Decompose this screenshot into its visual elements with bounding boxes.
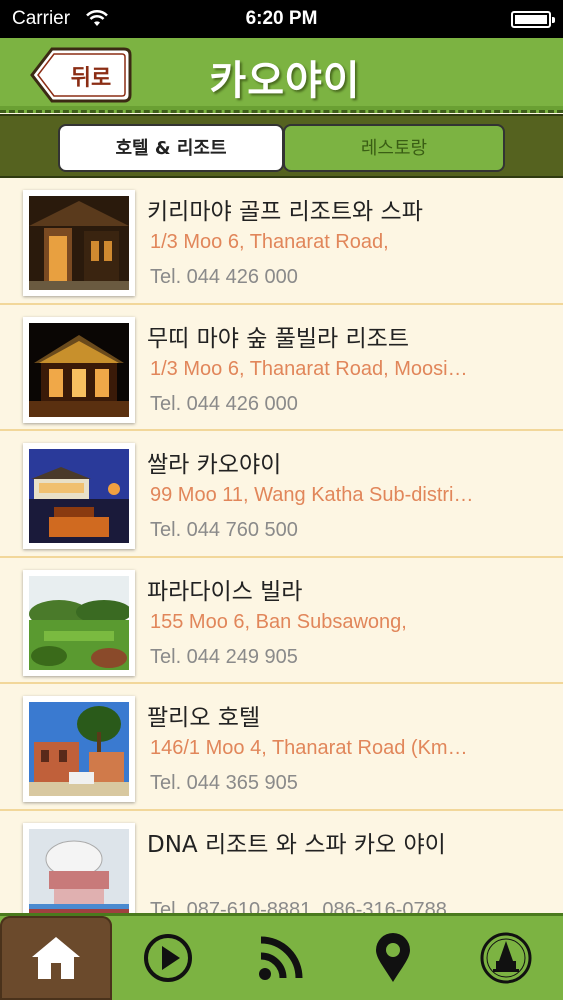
- item-phone[interactable]: Tel. 044 365 905: [150, 772, 298, 795]
- list-item[interactable]: 쌀라 카오야이 99 Moo 11, Wang Katha Sub-distri…: [0, 431, 563, 558]
- back-label: 뒤로: [70, 66, 112, 91]
- item-phone[interactable]: Tel. 044 760 500: [150, 519, 298, 542]
- rss-icon: [259, 936, 303, 980]
- item-phone[interactable]: Tel. 044 426 000: [150, 393, 298, 416]
- thumbnail-image: [23, 822, 135, 913]
- clock: 6:20 PM: [245, 8, 318, 29]
- hotel-list[interactable]: 키리마야 골프 리조트와 스파 1/3 Moo 6, Thanarat Road…: [0, 178, 563, 913]
- tab-tourism-logo[interactable]: [450, 916, 562, 1000]
- item-address: 146/1 Moo 4, Thanarat Road (Km…: [150, 737, 468, 759]
- item-phone[interactable]: Tel. 044 249 905: [150, 646, 298, 669]
- home-icon: [32, 937, 80, 979]
- tourism-logo-icon: [480, 932, 532, 984]
- item-address: 155 Moo 6, Ban Subsawong,: [150, 610, 407, 633]
- item-name: 팔리오 호텔: [147, 705, 261, 731]
- list-item[interactable]: 팔리오 호텔 146/1 Moo 4, Thanarat Road (Km… T…: [0, 684, 563, 811]
- item-phone[interactable]: Tel. 044 426 000: [150, 266, 298, 289]
- thumbnail-image: [23, 696, 135, 802]
- thumbnail-image: [23, 569, 135, 676]
- item-address: 99 Moo 11, Wang Katha Sub-distri…: [150, 484, 474, 506]
- item-name: 키리마야 골프 리조트와 스파: [147, 199, 423, 225]
- thumbnail-image: [23, 190, 135, 296]
- list-item[interactable]: 파라다이스 빌라 155 Moo 6, Ban Subsawong, Tel. …: [0, 557, 563, 684]
- thumbnail-image: [23, 316, 135, 423]
- tab-restaurants[interactable]: 레스토랑: [283, 124, 505, 172]
- back-button[interactable]: 뒤로: [30, 47, 132, 103]
- battery-icon: [511, 11, 555, 28]
- tab-hotels-resorts[interactable]: 호텔 & 리조트: [58, 124, 284, 172]
- tab-play[interactable]: [112, 916, 224, 1000]
- list-item[interactable]: 무띠 마야 숲 풀빌라 리조트 1/3 Moo 6, Thanarat Road…: [0, 304, 563, 431]
- status-bar: Carrier 6:20 PM: [0, 0, 563, 38]
- segment-bar: 호텔 & 리조트 레스토랑: [0, 114, 563, 178]
- item-name: DNA 리조트 와 스파 카오 야이: [147, 831, 446, 858]
- thumbnail-image: [23, 443, 135, 549]
- page-title: 카오야이: [209, 58, 361, 104]
- tab-home[interactable]: [0, 916, 112, 1000]
- tab-rss[interactable]: [225, 916, 337, 1000]
- item-phone[interactable]: Tel. 087-610-8881, 086-316-0788: [150, 899, 447, 914]
- play-icon: [144, 934, 192, 982]
- location-pin-icon: [376, 933, 410, 982]
- tab-bar: [0, 913, 563, 1000]
- list-item[interactable]: 키리마야 골프 리조트와 스파 1/3 Moo 6, Thanarat Road…: [0, 178, 563, 305]
- item-name: 쌀라 카오야이: [147, 452, 282, 478]
- tab-map[interactable]: [337, 916, 449, 1000]
- item-address: 1/3 Moo 6, Thanarat Road,: [150, 231, 389, 253]
- list-item[interactable]: DNA 리조트 와 스파 카오 야이 Tel. 087-610-8881, 08…: [0, 810, 563, 914]
- item-name: 무띠 마야 숲 풀빌라 리조트: [147, 325, 410, 352]
- navigation-bar: 뒤로 카오야이: [0, 38, 563, 113]
- item-name: 파라다이스 빌라: [147, 578, 303, 605]
- item-address: 1/3 Moo 6, Thanarat Road, Moosi…: [150, 357, 468, 380]
